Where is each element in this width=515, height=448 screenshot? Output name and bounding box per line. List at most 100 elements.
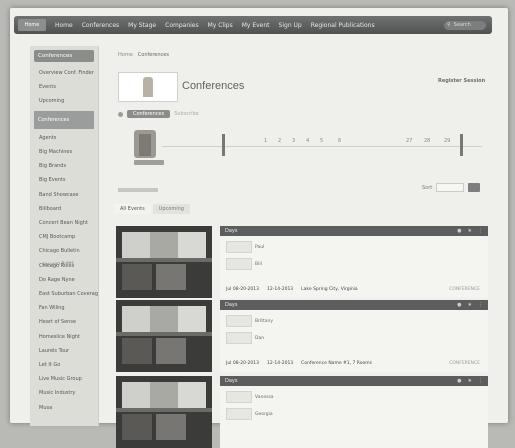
timeline-tick[interactable]: 4: [306, 138, 309, 144]
photo-tile: [122, 338, 152, 364]
nav-item-my-clips[interactable]: My Clips: [208, 22, 233, 29]
photo-tile: [156, 414, 186, 440]
speaker-row[interactable]: Vanessa: [226, 391, 488, 403]
timeline-tick[interactable]: 5: [320, 138, 323, 144]
timeline-marker[interactable]: [222, 134, 225, 156]
site-logo[interactable]: Home: [18, 19, 46, 31]
timeline-tick[interactable]: 6: [338, 138, 341, 144]
timeline-marker[interactable]: [460, 134, 463, 156]
event-type: CONFERENCE: [449, 287, 480, 292]
sidebar-item[interactable]: Big Machines: [30, 145, 98, 159]
sidebar-item[interactable]: Overview Conf. Finder: [30, 66, 98, 80]
subscribe-link[interactable]: Subscribe: [174, 111, 199, 117]
event-thumbnail[interactable]: [116, 226, 212, 298]
speaker-row[interactable]: Brittany: [226, 315, 488, 327]
nav-item-regional-publications[interactable]: Regional Publications: [311, 22, 375, 29]
sidebar-item[interactable]: CMJ Bootcamp: [30, 230, 98, 244]
sidebar-item[interactable]: Agents: [30, 131, 98, 145]
photo-tile: [156, 338, 186, 364]
sidebar-item[interactable]: Billboard: [30, 202, 98, 216]
star-icon[interactable]: ★: [468, 302, 472, 308]
speaker-row[interactable]: Paul: [226, 241, 488, 253]
nav-item-conferences[interactable]: Conferences: [82, 22, 119, 29]
sidebar-item[interactable]: Let It Go: [30, 358, 98, 372]
timeline-thumbnail[interactable]: [134, 130, 156, 158]
tab-all-events[interactable]: All Events: [114, 204, 151, 214]
event-end-date: 12-14-2013: [267, 361, 294, 366]
sidebar-item[interactable]: Music Industry: [30, 386, 98, 400]
card-actions[interactable]: ● ★ ⋮: [457, 302, 483, 308]
sort-select[interactable]: [436, 183, 465, 192]
search-input[interactable]: ⚲ Search: [444, 20, 486, 30]
timeline-tick[interactable]: 1: [264, 138, 267, 144]
share-icon[interactable]: ●: [457, 228, 461, 234]
sidebar-item[interactable]: East Suburban Coverage: [30, 287, 98, 301]
timeline-tick[interactable]: 29: [444, 138, 450, 144]
timeline-tick[interactable]: 27: [406, 138, 412, 144]
photo-tile: [150, 382, 178, 408]
sort-button[interactable]: [468, 183, 481, 192]
more-icon[interactable]: ⋮: [478, 228, 483, 234]
sidebar-item[interactable]: Upcoming: [30, 94, 98, 108]
more-icon[interactable]: ⋮: [478, 302, 483, 308]
card-actions[interactable]: ● ★ ⋮: [457, 228, 483, 234]
sidebar-item[interactable]: Live Music Group: [30, 372, 98, 386]
results-count: [118, 188, 158, 192]
sidebar-item[interactable]: Musa: [30, 401, 98, 415]
conference-chip[interactable]: Conferences: [127, 110, 171, 118]
event-card[interactable]: Days ● ★ ⋮ Brittany Dan Jul 08-20-2013 12-14-20…: [116, 300, 488, 372]
conference-logo: [118, 72, 178, 102]
search-icon: ⚲: [447, 22, 451, 28]
sidebar-item[interactable]: Heart of Sense: [30, 315, 98, 329]
breadcrumb-home[interactable]: Home: [118, 52, 133, 58]
sidebar-item[interactable]: Conferences: [34, 110, 94, 129]
event-card[interactable]: Days ● ★ ⋮ Vanessa Georgia: [116, 376, 488, 448]
event-info: Days ● ★ ⋮ Brittany Dan Jul 08-20-2013 12-14-20…: [220, 300, 488, 372]
nav-item-companies[interactable]: Companies: [165, 22, 198, 29]
event-meta: Jul 08-20-2013 12-14-2013 Lake Spring City…: [226, 287, 358, 292]
sidebar-item[interactable]: Big Events: [30, 173, 98, 187]
sidebar-item[interactable]: Laurels Tour: [30, 344, 98, 358]
speaker-row[interactable]: Dan: [226, 332, 488, 344]
avatar: [226, 241, 252, 253]
speaker-row[interactable]: Bill: [226, 258, 488, 270]
photo-band: [116, 258, 212, 262]
speaker-name: Dan: [255, 335, 265, 341]
photo-tile: [122, 306, 150, 332]
speaker-row[interactable]: Georgia: [226, 408, 488, 420]
event-thumbnail[interactable]: [116, 300, 212, 372]
timeline-tick[interactable]: 3: [292, 138, 295, 144]
more-icon[interactable]: ⋮: [478, 378, 483, 384]
tab-upcoming[interactable]: Upcoming: [152, 204, 190, 214]
timeline-tick[interactable]: 2: [278, 138, 281, 144]
nav-item-home[interactable]: Home: [55, 22, 73, 29]
event-location: Conference Name #1, 7 Rooms: [301, 361, 372, 366]
sidebar-item[interactable]: Homeslice Night: [30, 330, 98, 344]
card-actions[interactable]: ● ★ ⋮: [457, 378, 483, 384]
sidebar-item[interactable]: Events: [30, 80, 98, 94]
star-icon[interactable]: ★: [468, 228, 472, 234]
speaker-name: Brittany: [255, 318, 273, 324]
event-thumbnail[interactable]: [116, 376, 212, 448]
star-icon[interactable]: ★: [468, 378, 472, 384]
speaker-name: Vanessa: [255, 394, 274, 400]
register-session-link[interactable]: Register Session: [438, 78, 485, 84]
timeline-tick[interactable]: 28: [424, 138, 430, 144]
sidebar-item[interactable]: Band Showcase: [30, 188, 98, 202]
share-icon[interactable]: ●: [457, 302, 461, 308]
sidebar-item[interactable]: Big Brands: [30, 159, 98, 173]
sidebar-item[interactable]: Fan Wiling: [30, 301, 98, 315]
sidebar-header: Conferences: [34, 50, 94, 62]
sort-label: Sort: [422, 184, 433, 191]
nav-item-my-event[interactable]: My Event: [242, 22, 270, 29]
nav-item-sign-up[interactable]: Sign Up: [279, 22, 302, 29]
sidebar-item[interactable]: Chicago Bulletin: [30, 244, 98, 258]
nav-item-my-stage[interactable]: My Stage: [128, 22, 156, 29]
sidebar-item[interactable]: Concert Bean Night: [30, 216, 98, 230]
sidebar-item[interactable]: Do Rage Nyne: [30, 273, 98, 287]
avatar: [226, 408, 252, 420]
photo-tile: [150, 232, 178, 258]
event-end-date: 12-14-2013: [267, 287, 294, 292]
share-icon[interactable]: ●: [457, 378, 461, 384]
event-card[interactable]: Days ● ★ ⋮ Paul Bill Jul 08-20-2013 12-14-2013 L…: [116, 226, 488, 298]
